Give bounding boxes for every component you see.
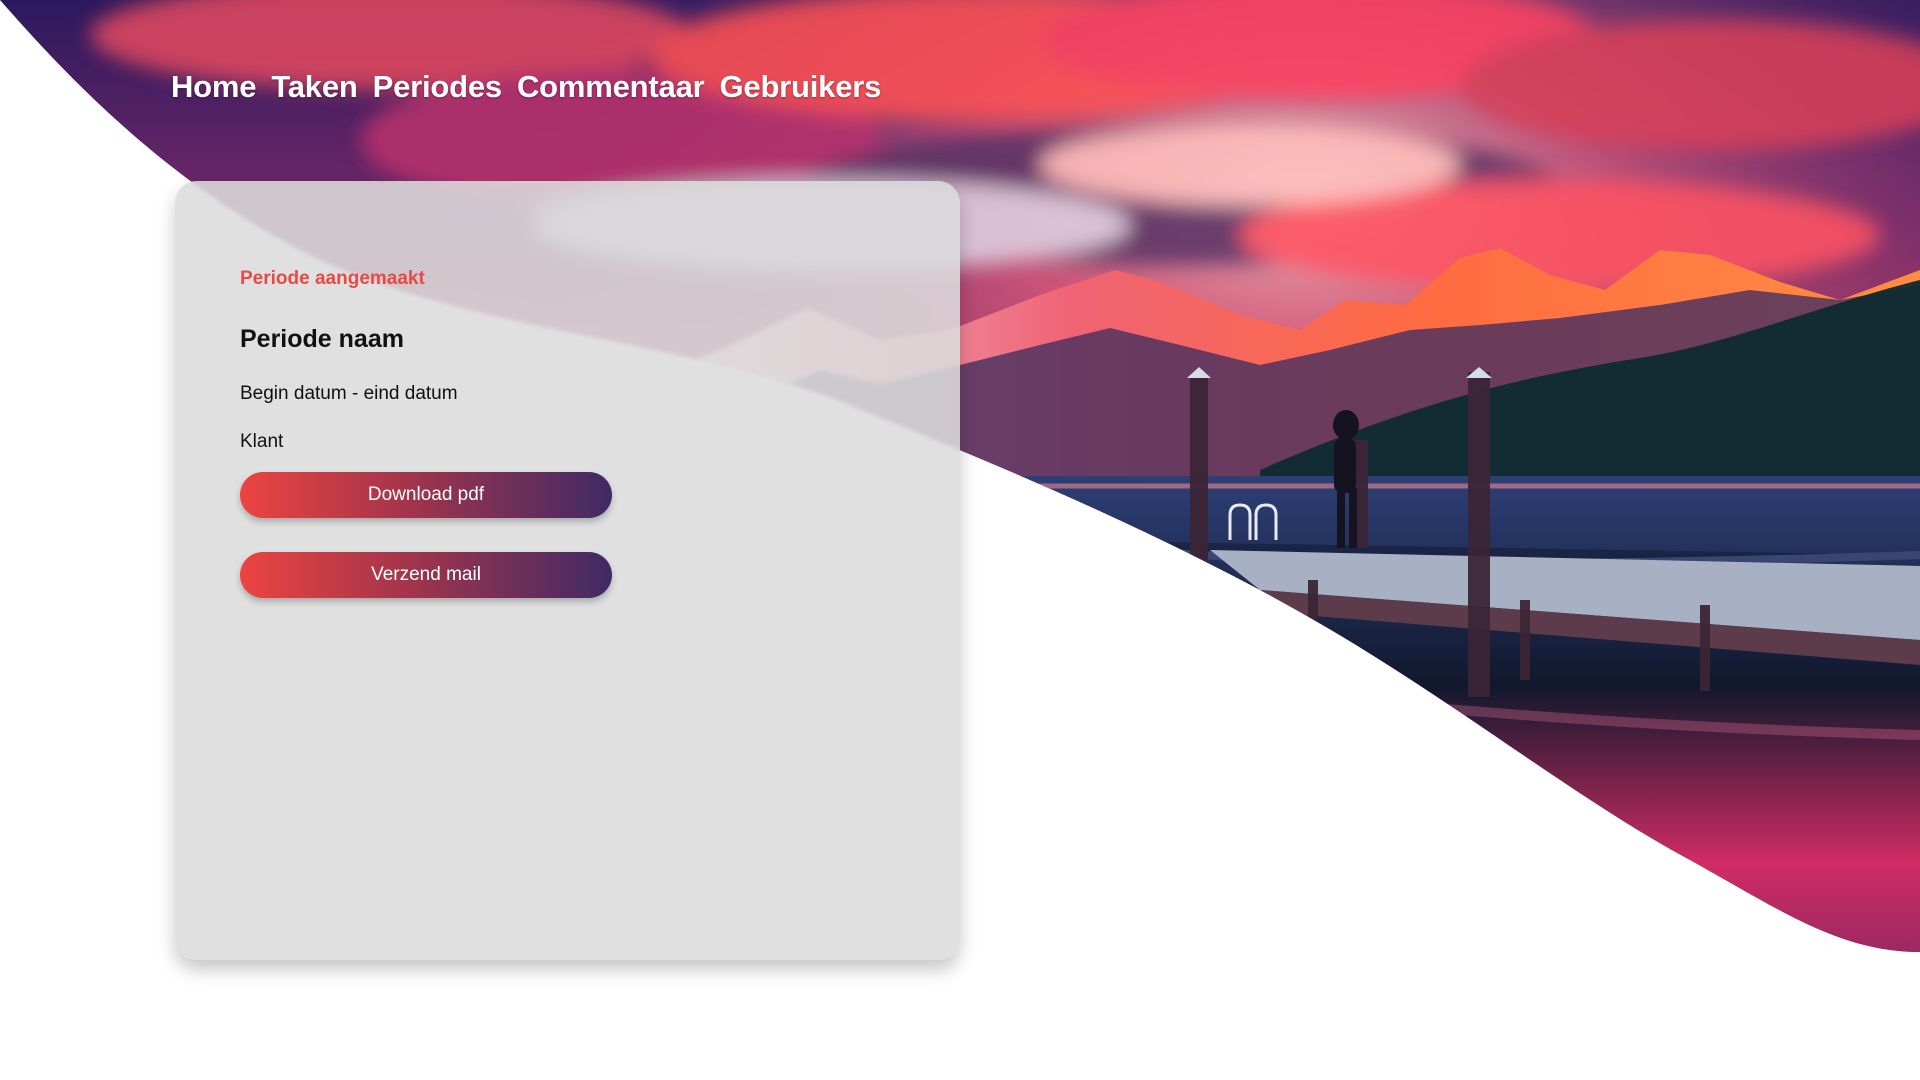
nav-commentaar[interactable]: Commentaar [517,67,705,107]
status-message: Periode aangemaakt [240,268,425,289]
nav-home[interactable]: Home [171,67,257,107]
send-mail-button[interactable]: Verzend mail [240,552,612,598]
period-created-card: Periode aangemaakt Periode naam Begin da… [175,181,960,960]
client-name: Klant [240,431,284,452]
main-navigation: Home Taken Periodes Commentaar Gebruiker… [171,67,881,107]
nav-gebruikers[interactable]: Gebruikers [719,67,881,107]
download-pdf-button[interactable]: Download pdf [240,472,612,518]
period-details: Periode aangemaakt Periode naam Begin da… [240,267,900,598]
period-name: Periode naam [240,325,404,353]
nav-taken[interactable]: Taken [271,67,357,107]
nav-periodes[interactable]: Periodes [373,67,503,107]
period-date-range: Begin datum - eind datum [240,383,458,404]
